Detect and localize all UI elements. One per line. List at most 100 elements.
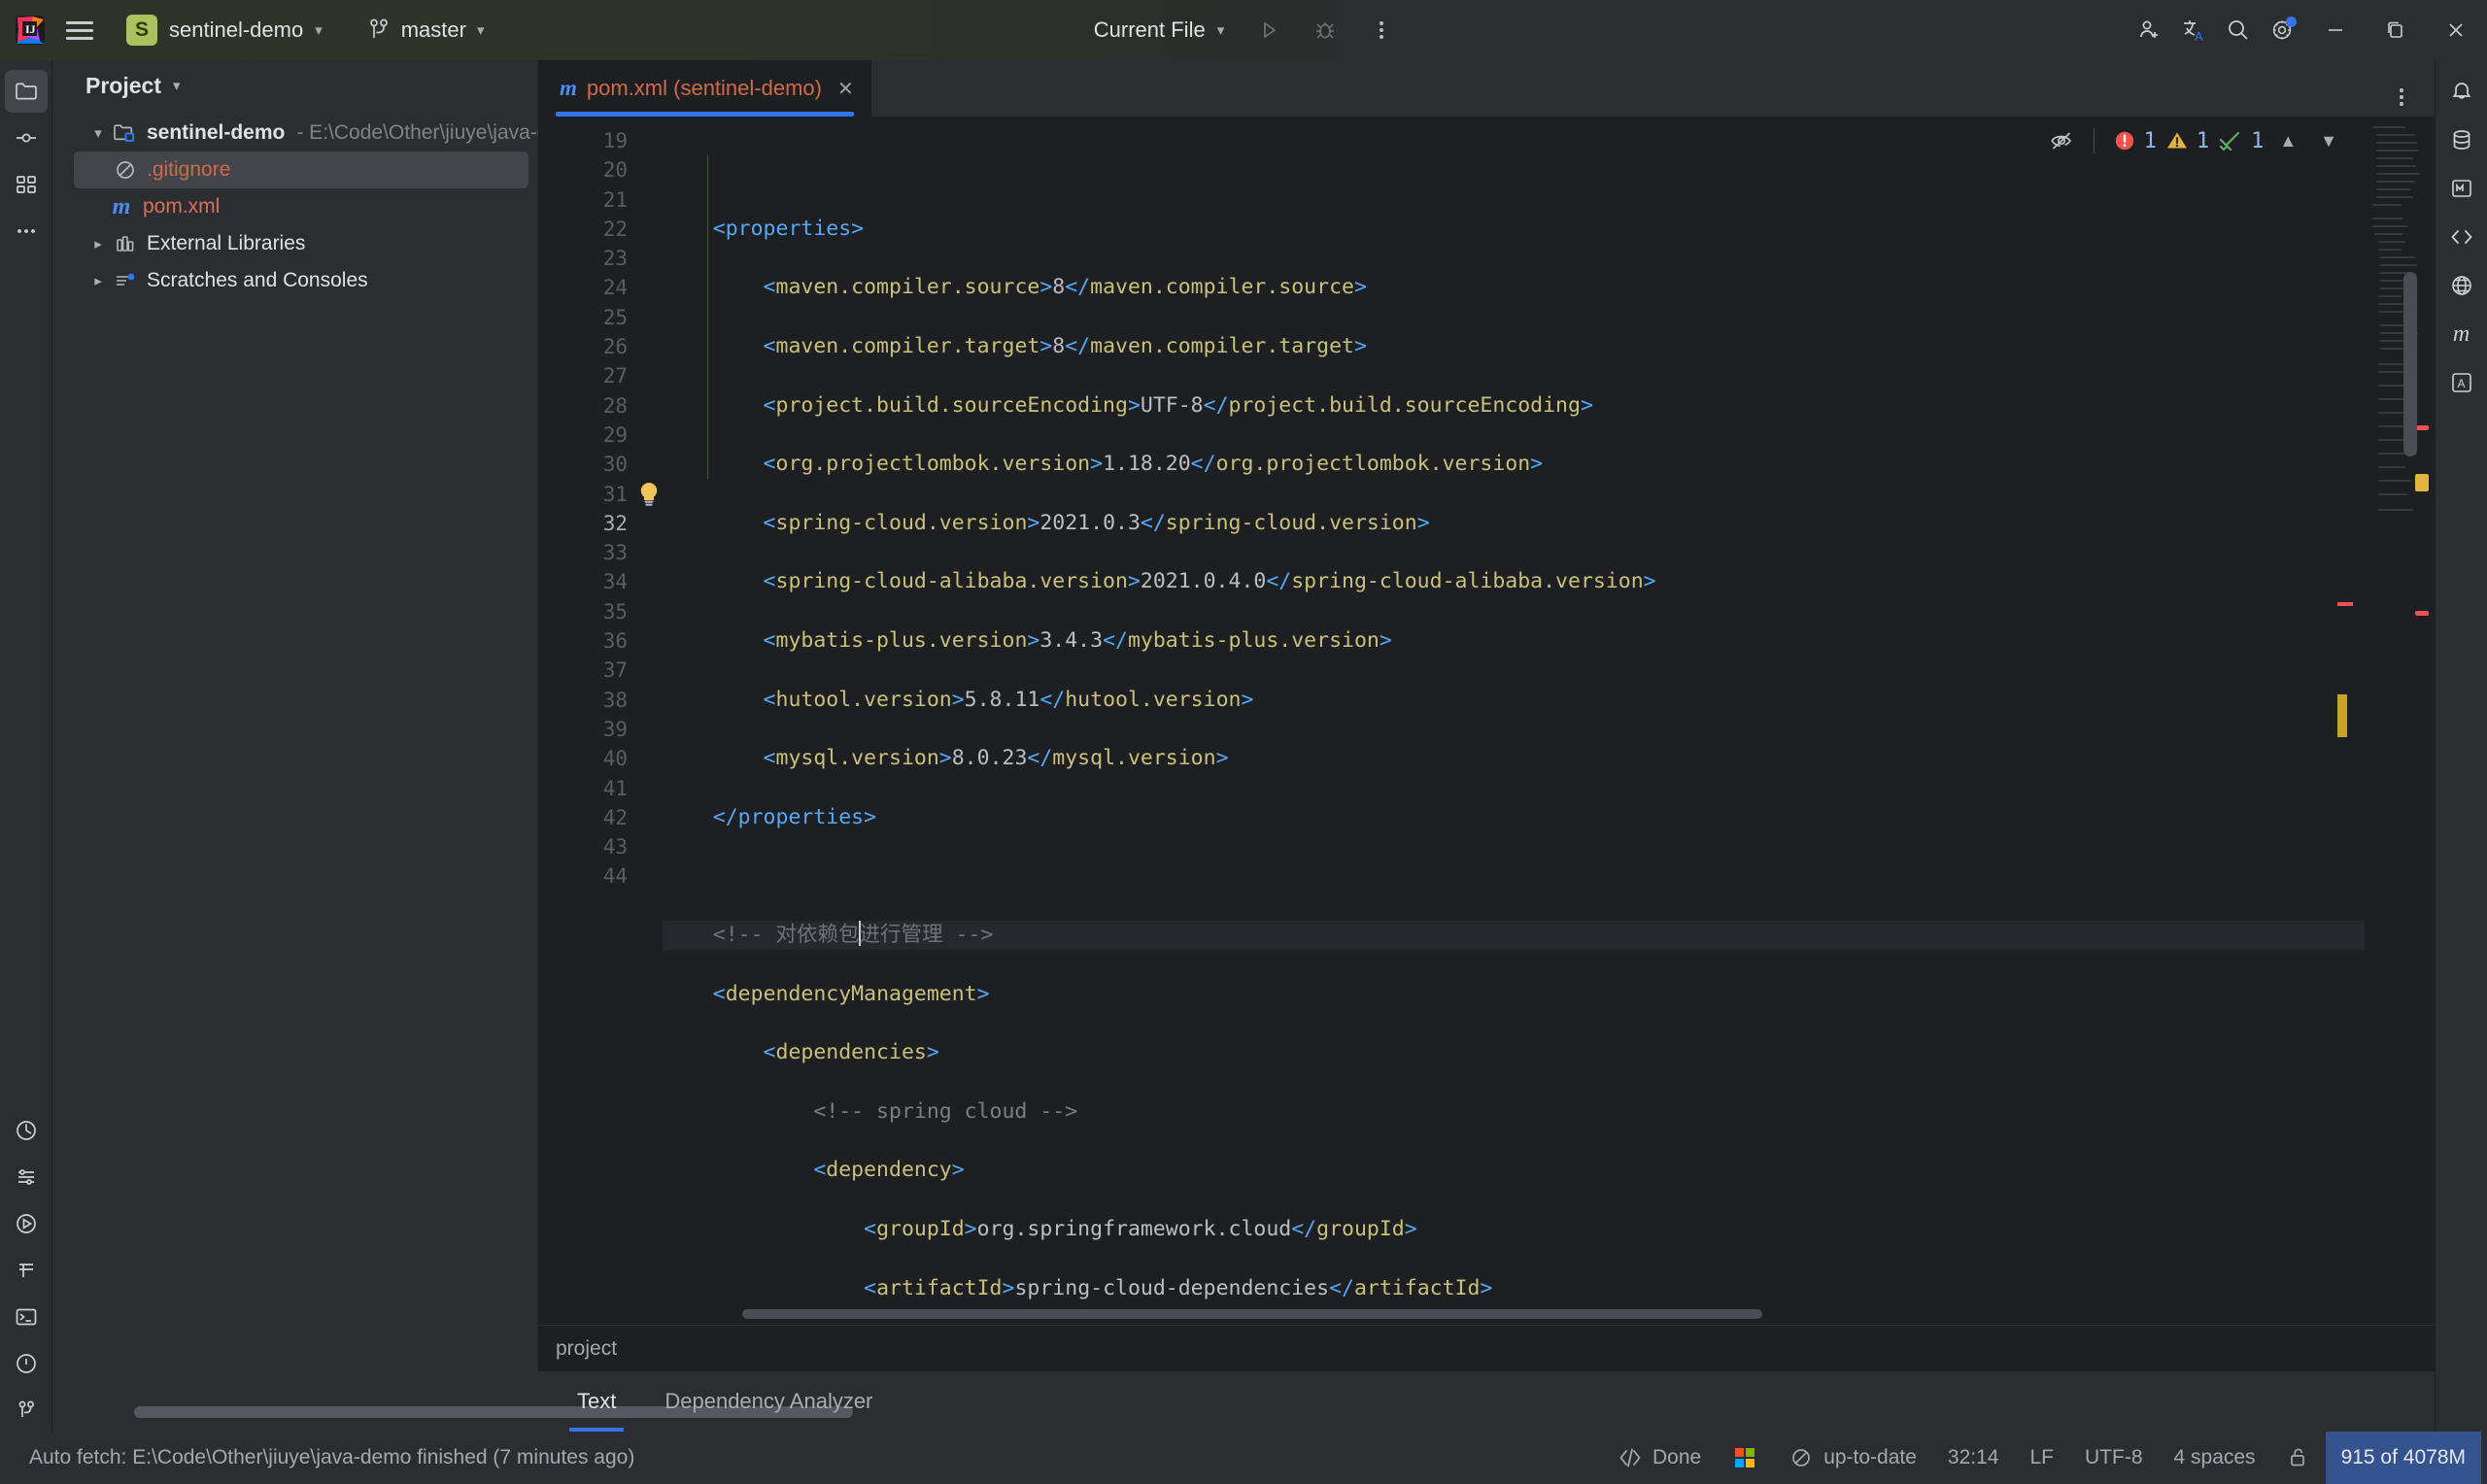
sidebar-item-problems[interactable] (5, 1342, 48, 1385)
sidebar-item-database[interactable] (2440, 118, 2483, 161)
readonly-toggle-widget[interactable] (2271, 1432, 2326, 1484)
vcs-status-label: up-to-date (1823, 1446, 1917, 1468)
breadcrumb-item-project[interactable]: project (556, 1337, 617, 1361)
tree-item-gitignore[interactable]: .gitignore (74, 152, 528, 188)
code-content[interactable]: <properties> <maven.compiler.source>8</m… (645, 117, 2365, 1325)
sidebar-item-run[interactable] (5, 1202, 48, 1245)
sidebar-item-notifications[interactable] (2440, 70, 2483, 113)
run-configuration-selector[interactable]: Current File ▾ (1086, 14, 1232, 47)
indent-setting-widget[interactable]: 4 spaces (2159, 1432, 2271, 1484)
close-button[interactable] (2429, 0, 2483, 60)
error-stripe-mark-warning[interactable] (2415, 474, 2429, 491)
file-encoding-widget[interactable]: UTF-8 (2069, 1432, 2159, 1484)
sidebar-item-structure[interactable] (5, 163, 48, 206)
add-user-icon[interactable] (2129, 11, 2168, 50)
minimize-button[interactable] (2308, 0, 2363, 60)
error-stripe-mark-error[interactable] (2415, 425, 2429, 430)
editor-error-stripe[interactable] (2337, 117, 2435, 1325)
tree-item-path: - E:\Code\Other\jiuye\java-demo\sentinel… (296, 121, 538, 144)
caret-position-widget[interactable]: 32:14 (1932, 1432, 2015, 1484)
gear-icon[interactable] (2264, 11, 2302, 50)
memory-indicator[interactable]: 915 of 4078M (2325, 1432, 2481, 1484)
search-icon[interactable] (2219, 11, 2258, 50)
line-number: 19 (602, 129, 628, 152)
maximize-button[interactable] (2368, 0, 2423, 60)
twisty-collapsed-icon[interactable]: ▸ (85, 272, 111, 289)
editor-horizontal-scrollbar[interactable] (742, 1309, 1762, 1319)
sidebar-item-todo[interactable] (5, 1249, 48, 1292)
tree-item-label: pom.xml (143, 195, 221, 218)
tab-text-label: Text (577, 1389, 617, 1413)
ok-indicator[interactable]: 1 (2217, 128, 2264, 153)
chevron-up-icon[interactable]: ▲ (2271, 131, 2304, 152)
error-stripe-mark-change-2[interactable] (2337, 694, 2347, 737)
libraries-icon (111, 232, 140, 255)
more-actions-button[interactable] (1362, 11, 1401, 50)
debug-button[interactable] (1306, 11, 1345, 50)
sidebar-item-git[interactable] (5, 1389, 48, 1432)
line-separator-widget[interactable]: LF (2014, 1432, 2069, 1484)
tab-dependency-analyzer[interactable]: Dependency Analyzer (645, 1371, 892, 1432)
twisty-collapsed-icon[interactable]: ▸ (85, 235, 111, 253)
up-to-date-icon (1789, 1445, 1814, 1470)
sidebar-item-profiler[interactable] (5, 1109, 48, 1152)
git-branch-widget[interactable]: master ▾ (358, 14, 494, 47)
error-indicator[interactable]: 1 (2112, 128, 2157, 153)
line-number: 36 (602, 629, 628, 654)
svg-text:A: A (2195, 29, 2203, 44)
project-tool-window: Project ▾ ▾ sentinel-demo - E:\Code\Othe… (52, 60, 853, 1432)
tree-item-label: sentinel-demo (147, 121, 286, 144)
title-bar: IJ S sentinel-demo ▾ master ▾ Current Fi… (0, 0, 2487, 60)
sidebar-item-more[interactable] (5, 210, 48, 253)
warning-icon (2164, 128, 2190, 153)
chevron-down-icon[interactable]: ▼ (2312, 131, 2345, 152)
eye-off-icon[interactable] (2049, 128, 2076, 153)
tree-item-scratches-and-consoles[interactable]: ▸ Scratches and Consoles (52, 262, 538, 299)
sidebar-item-maven[interactable]: m (2440, 313, 2483, 355)
sidebar-item-terminal[interactable] (5, 1296, 48, 1338)
editor-vertical-scrollbar-thumb[interactable] (2403, 272, 2417, 456)
tree-item-label: External Libraries (147, 232, 306, 254)
main-menu-button[interactable] (60, 11, 99, 50)
sidebar-item-commit[interactable] (5, 117, 48, 159)
left-tool-window-bar (0, 60, 52, 1432)
inspection-status-widget[interactable]: Done (1602, 1432, 1717, 1484)
sidebar-item-endpoints[interactable] (2440, 216, 2483, 258)
twisty-expanded-icon[interactable]: ▾ (85, 124, 111, 142)
line-number: 22 (602, 217, 628, 241)
project-panel-header[interactable]: Project ▾ (52, 60, 538, 111)
more-vertical-icon[interactable] (2382, 78, 2421, 117)
source-code[interactable]: <properties> <maven.compiler.source>8</m… (645, 126, 2365, 1325)
sidebar-item-web[interactable] (2440, 264, 2483, 307)
editor-gutter[interactable]: 19 20 21 22 23 24 25 26 27 28 29 30 31 3… (538, 117, 658, 1325)
code-line-25: <spring-cloud.version>2021.0.3</spring-c… (663, 510, 1430, 535)
vcs-status-widget[interactable]: up-to-date (1773, 1432, 1932, 1484)
sidebar-item-project[interactable] (4, 70, 48, 113)
line-number: 41 (602, 776, 628, 800)
tab-text[interactable]: Text (558, 1371, 635, 1432)
chevron-down-icon[interactable]: ▾ (173, 79, 181, 93)
editor-tab-pom-xml[interactable]: m pom.xml (sentinel-demo) ✕ (538, 60, 871, 117)
run-button[interactable] (1249, 11, 1288, 50)
line-number: 39 (602, 717, 628, 741)
project-widget[interactable]: S sentinel-demo ▾ (117, 11, 332, 50)
sidebar-item-build[interactable] (5, 1156, 48, 1198)
editor-area: m pom.xml (sentinel-demo) ✕ 1 1 1 ▲ ▼ 19… (538, 60, 2435, 1432)
translate-icon[interactable]: A (2174, 11, 2213, 50)
sidebar-item-translation[interactable]: A (2440, 361, 2483, 404)
line-number: 43 (602, 835, 628, 860)
tree-item-sentinel-demo[interactable]: ▾ sentinel-demo - E:\Code\Other\jiuye\ja… (52, 115, 538, 152)
warning-indicator[interactable]: 1 (2164, 128, 2209, 153)
breadcrumb[interactable]: project (538, 1325, 2435, 1371)
tree-item-pom-xml[interactable]: m pom.xml (52, 188, 538, 225)
main-body: Project ▾ ▾ sentinel-demo - E:\Code\Othe… (0, 60, 2487, 1432)
project-tree[interactable]: ▾ sentinel-demo - E:\Code\Other\jiuye\ja… (52, 111, 538, 1432)
error-stripe-mark-error-2[interactable] (2415, 611, 2429, 616)
code-line-33: <dependencyManagement> (663, 981, 990, 1006)
sidebar-item-maven-top[interactable] (2440, 167, 2483, 210)
close-icon[interactable]: ✕ (837, 77, 854, 101)
tree-item-external-libraries[interactable]: ▸ External Libraries (52, 225, 538, 262)
windows-defender-widget[interactable] (1717, 1432, 1773, 1484)
error-stripe-mark-change[interactable] (2337, 602, 2353, 606)
line-number: 31 (602, 482, 628, 506)
